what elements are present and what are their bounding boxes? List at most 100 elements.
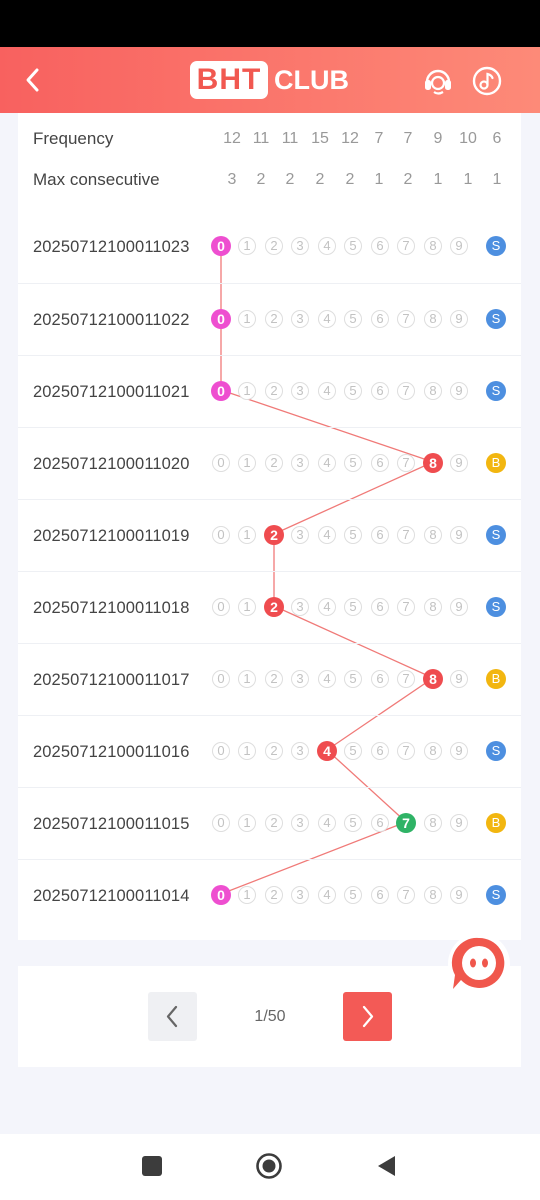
number-ball: 2 — [265, 310, 283, 328]
frequency-value-6: 7 — [403, 130, 413, 147]
number-ball: 9 — [450, 237, 468, 255]
max-consecutive-value-7: 1 — [433, 171, 443, 188]
issue-number: 20250712100011020 — [33, 455, 190, 473]
frequency-value-1: 11 — [252, 130, 270, 147]
number-ball: 9 — [450, 886, 468, 904]
issue-number: 20250712100011016 — [33, 743, 190, 761]
winning-number-ball: 0 — [211, 236, 231, 256]
number-ball: 6 — [371, 454, 389, 472]
number-ball: 6 — [371, 742, 389, 760]
chevron-left-icon — [26, 68, 39, 92]
music-button[interactable] — [471, 65, 503, 97]
draw-row: 20250712100011020 0 1 2 3 4 5 6 7 8 9 B — [18, 427, 521, 500]
draw-row: 20250712100011015 0 1 2 3 4 5 6 7 8 9 B — [18, 787, 521, 860]
frequency-row: Frequency 12 11 11 15 12 7 7 9 10 6 — [18, 124, 521, 154]
number-ball: 5 — [344, 742, 362, 760]
winning-number-ball: 0 — [211, 309, 231, 329]
number-ball: 8 — [424, 382, 442, 400]
max-consecutive-row: Max consecutive 3 2 2 2 2 1 2 1 1 1 — [18, 165, 521, 195]
number-ball: 9 — [450, 526, 468, 544]
system-nav-bar — [0, 1134, 540, 1200]
number-ball: 7 — [397, 526, 415, 544]
home-circle-icon — [256, 1153, 282, 1179]
number-ball: 5 — [344, 310, 362, 328]
max-consecutive-value-1: 2 — [256, 171, 266, 188]
draw-row: 20250712100011021 0 1 2 3 4 5 6 7 8 9 S — [18, 355, 521, 428]
logo-club-text: CLUB — [274, 65, 349, 95]
number-ball: 1 — [238, 454, 256, 472]
prev-page-button[interactable] — [148, 992, 197, 1041]
frequency-value-7: 9 — [433, 130, 443, 147]
frequency-label: Frequency — [33, 129, 114, 148]
number-ball: 4 — [318, 382, 336, 400]
number-ball: 9 — [450, 454, 468, 472]
number-ball: 1 — [238, 814, 256, 832]
next-page-button[interactable] — [343, 992, 392, 1041]
number-ball: 7 — [397, 670, 415, 688]
back-button[interactable] — [18, 65, 48, 95]
number-ball: 3 — [291, 670, 309, 688]
max-consecutive-value-0: 3 — [227, 171, 237, 188]
recent-apps-button[interactable] — [142, 1156, 162, 1176]
issue-number: 20250712100011023 — [33, 238, 190, 256]
number-ball: 2 — [265, 454, 283, 472]
issue-number: 20250712100011021 — [33, 383, 190, 401]
logo-box-text: BHT — [190, 61, 268, 99]
frequency-value-0: 12 — [223, 130, 241, 147]
chevron-right-icon — [362, 1005, 374, 1028]
number-ball: 4 — [318, 598, 336, 616]
frequency-value-5: 7 — [374, 130, 384, 147]
system-back-button[interactable] — [375, 1154, 397, 1178]
chat-button[interactable] — [441, 930, 517, 1000]
draw-row: 20250712100011023 0 1 2 3 4 5 6 7 8 9 S — [18, 211, 521, 283]
status-bar — [0, 0, 540, 47]
big-badge: B — [486, 669, 506, 689]
number-ball: 0 — [212, 454, 230, 472]
draw-row: 20250712100011016 0 1 2 3 4 5 6 7 8 9 S — [18, 715, 521, 788]
big-badge: B — [486, 453, 506, 473]
number-ball: 9 — [450, 814, 468, 832]
draw-row: 20250712100011014 0 1 2 3 4 5 6 7 8 9 S — [18, 859, 521, 932]
small-badge: S — [486, 381, 506, 401]
frequency-value-8: 10 — [459, 130, 477, 147]
chat-bubble-icon — [448, 933, 510, 995]
frequency-value-3: 15 — [311, 130, 329, 147]
number-ball: 2 — [265, 742, 283, 760]
number-ball: 1 — [238, 310, 256, 328]
small-badge: S — [486, 525, 506, 545]
number-ball: 7 — [397, 742, 415, 760]
number-ball: 5 — [344, 382, 362, 400]
number-ball: 3 — [291, 310, 309, 328]
draw-row: 20250712100011017 0 1 2 3 4 5 6 7 8 9 B — [18, 643, 521, 716]
number-ball: 1 — [238, 886, 256, 904]
max-consecutive-value-3: 2 — [315, 171, 325, 188]
number-ball: 4 — [318, 886, 336, 904]
number-ball: 3 — [291, 742, 309, 760]
number-ball: 4 — [318, 237, 336, 255]
number-ball: 2 — [265, 382, 283, 400]
winning-number-ball: 2 — [264, 597, 284, 617]
frequency-value-4: 12 — [341, 130, 359, 147]
winning-number-ball: 4 — [317, 741, 337, 761]
number-ball: 8 — [424, 310, 442, 328]
number-ball: 3 — [291, 237, 309, 255]
number-ball: 8 — [424, 742, 442, 760]
issue-number: 20250712100011017 — [33, 671, 190, 689]
small-badge: S — [486, 236, 506, 256]
number-ball: 3 — [291, 886, 309, 904]
winning-number-ball: 2 — [264, 525, 284, 545]
page-indicator: 1/50 — [254, 1008, 286, 1025]
number-ball: 2 — [265, 886, 283, 904]
number-ball: 6 — [371, 382, 389, 400]
number-ball: 4 — [318, 670, 336, 688]
support-button[interactable] — [422, 65, 454, 97]
issue-number: 20250712100011015 — [33, 815, 190, 833]
number-ball: 6 — [371, 237, 389, 255]
number-ball: 5 — [344, 814, 362, 832]
number-ball: 5 — [344, 237, 362, 255]
home-button[interactable] — [255, 1152, 283, 1180]
number-ball: 2 — [265, 814, 283, 832]
number-ball: 0 — [212, 814, 230, 832]
max-consecutive-value-2: 2 — [285, 171, 295, 188]
number-ball: 8 — [424, 814, 442, 832]
